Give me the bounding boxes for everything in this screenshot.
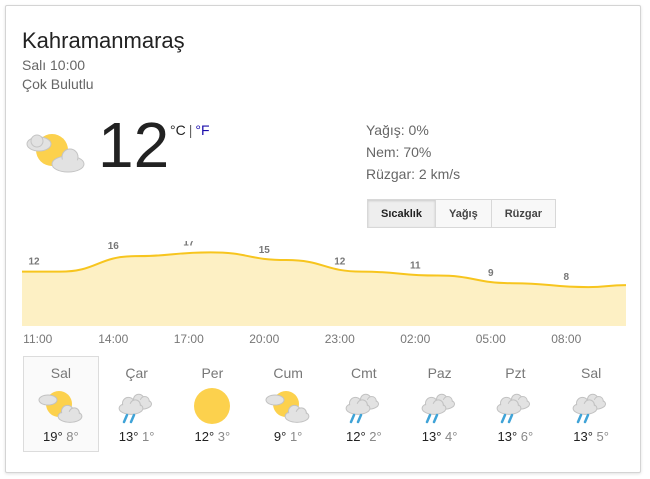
temperature-value-label: 8 xyxy=(563,272,569,283)
day-temperatures: 9° 1° xyxy=(251,429,325,444)
hour-label: 11:00 xyxy=(23,332,53,346)
weather-details: Yağış: 0% Nem: 70% Rüzgar: 2 km/s xyxy=(366,119,460,185)
day-temperatures: 13° 4° xyxy=(403,429,477,444)
hour-label: 05:00 xyxy=(475,332,506,346)
high-temperature: 13° xyxy=(118,429,139,444)
tab-wind[interactable]: Rüzgar xyxy=(491,199,557,228)
graph-tabs: Sıcaklık Yağış Rüzgar xyxy=(367,199,557,228)
day-temperatures: 12° 3° xyxy=(176,429,250,444)
humidity-text: Nem: 70% xyxy=(366,144,432,160)
condition-text: Çok Bulutlu xyxy=(22,76,94,92)
precipitation-text: Yağış: 0% xyxy=(366,122,429,138)
forecast-day[interactable]: Sal 13° 5° xyxy=(553,356,629,452)
day-temperatures: 19° 8° xyxy=(24,429,98,444)
day-temperatures: 12° 2° xyxy=(327,429,401,444)
day-name: Paz xyxy=(427,365,452,381)
daily-forecast: Sal 19° 8° Çar 13° 1° Per 12° 3° Cum 9° 1° Cmt 12… xyxy=(23,356,629,452)
day-name: Sal xyxy=(50,365,71,381)
forecast-day[interactable]: Pzt 13° 6° xyxy=(478,356,554,452)
hour-label: 23:00 xyxy=(324,332,355,346)
low-temperature: 6° xyxy=(520,429,534,444)
low-temperature: 5° xyxy=(596,429,609,444)
low-temperature: 1° xyxy=(142,429,155,444)
temperature-value-label: 12 xyxy=(334,257,346,268)
hour-labels: 11:00 14:00 17:00 20:00 23:00 02:00 05:00 08:00 xyxy=(22,332,626,348)
partly-cloudy-icon xyxy=(265,391,310,423)
wind-text: Rüzgar: 2 km/s xyxy=(366,166,461,182)
cloud-rain-icon xyxy=(421,393,455,424)
day-name: Cmt xyxy=(351,365,377,381)
fahrenheit-link[interactable]: °F xyxy=(195,122,209,138)
high-temperature: 13° xyxy=(421,429,442,444)
forecast-day[interactable]: Cum 9° 1° xyxy=(250,356,326,452)
hour-label: 08:00 xyxy=(551,332,582,346)
tab-temperature[interactable]: Sıcaklık xyxy=(367,199,436,228)
forecast-day[interactable]: Cmt 12° 2° xyxy=(326,356,402,452)
high-temperature: 12° xyxy=(346,429,366,444)
unit-separator: | xyxy=(188,122,193,138)
temperature-value-label: 16 xyxy=(108,241,120,252)
temperature-area xyxy=(22,252,626,326)
temperature-graph: 12 16 17 15 12 11 9 8 xyxy=(22,241,626,326)
high-temperature: 9° xyxy=(273,429,287,444)
location-name: Kahramanmaraş xyxy=(22,28,185,53)
high-temperature: 12° xyxy=(194,429,215,444)
temperature-value-label: 11 xyxy=(410,261,421,272)
high-temperature: 13° xyxy=(573,429,593,444)
day-name: Pzt xyxy=(505,365,526,381)
hour-label: 02:00 xyxy=(400,332,431,346)
low-temperature: 2° xyxy=(369,429,382,444)
day-name: Per xyxy=(201,365,224,381)
partly-cloudy-icon xyxy=(26,134,85,173)
high-temperature: 13° xyxy=(497,429,518,444)
forecast-day[interactable]: Per 12° 3° xyxy=(175,356,251,452)
low-temperature: 4° xyxy=(445,429,458,444)
cloud-rain-icon xyxy=(496,393,531,424)
temperature-value-label: 12 xyxy=(28,257,40,268)
high-temperature: 19° xyxy=(43,429,63,444)
tab-precipitation[interactable]: Yağış xyxy=(435,199,492,228)
forecast-day[interactable]: Çar 13° 1° xyxy=(99,356,175,452)
forecast-day[interactable]: Paz 13° 4° xyxy=(402,356,478,452)
temperature-value-label: 17 xyxy=(183,241,195,248)
hour-label: 14:00 xyxy=(98,332,129,346)
low-temperature: 1° xyxy=(289,429,303,444)
day-name: Çar xyxy=(125,365,148,381)
hour-label: 17:00 xyxy=(173,332,204,346)
hour-label: 20:00 xyxy=(249,332,280,346)
cloud-rain-icon xyxy=(572,393,607,424)
low-temperature: 8° xyxy=(66,429,79,444)
unit-toggle: °C | °F xyxy=(170,122,210,138)
day-name: Cum xyxy=(273,365,303,381)
cloud-rain-icon xyxy=(345,393,379,424)
day-temperatures: 13° 1° xyxy=(100,429,174,444)
partly-cloudy-icon xyxy=(38,391,83,423)
temperature-value-label: 9 xyxy=(488,268,494,279)
forecast-day[interactable]: Sal 19° 8° xyxy=(23,356,99,452)
temperature-value-label: 15 xyxy=(259,245,271,256)
current-time: Salı 10:00 xyxy=(22,57,86,73)
sun-icon xyxy=(194,388,231,424)
low-temperature: 3° xyxy=(217,429,231,444)
current-temperature: 12 xyxy=(98,109,170,181)
day-temperatures: 13° 5° xyxy=(554,429,628,444)
day-name: Sal xyxy=(581,365,602,381)
celsius-unit: °C xyxy=(170,122,186,138)
weather-card: Kahramanmaraş Salı 10:00 Çok Bulutlu 12 … xyxy=(5,5,641,473)
day-temperatures: 13° 6° xyxy=(479,429,553,444)
cloud-rain-icon xyxy=(118,393,152,424)
